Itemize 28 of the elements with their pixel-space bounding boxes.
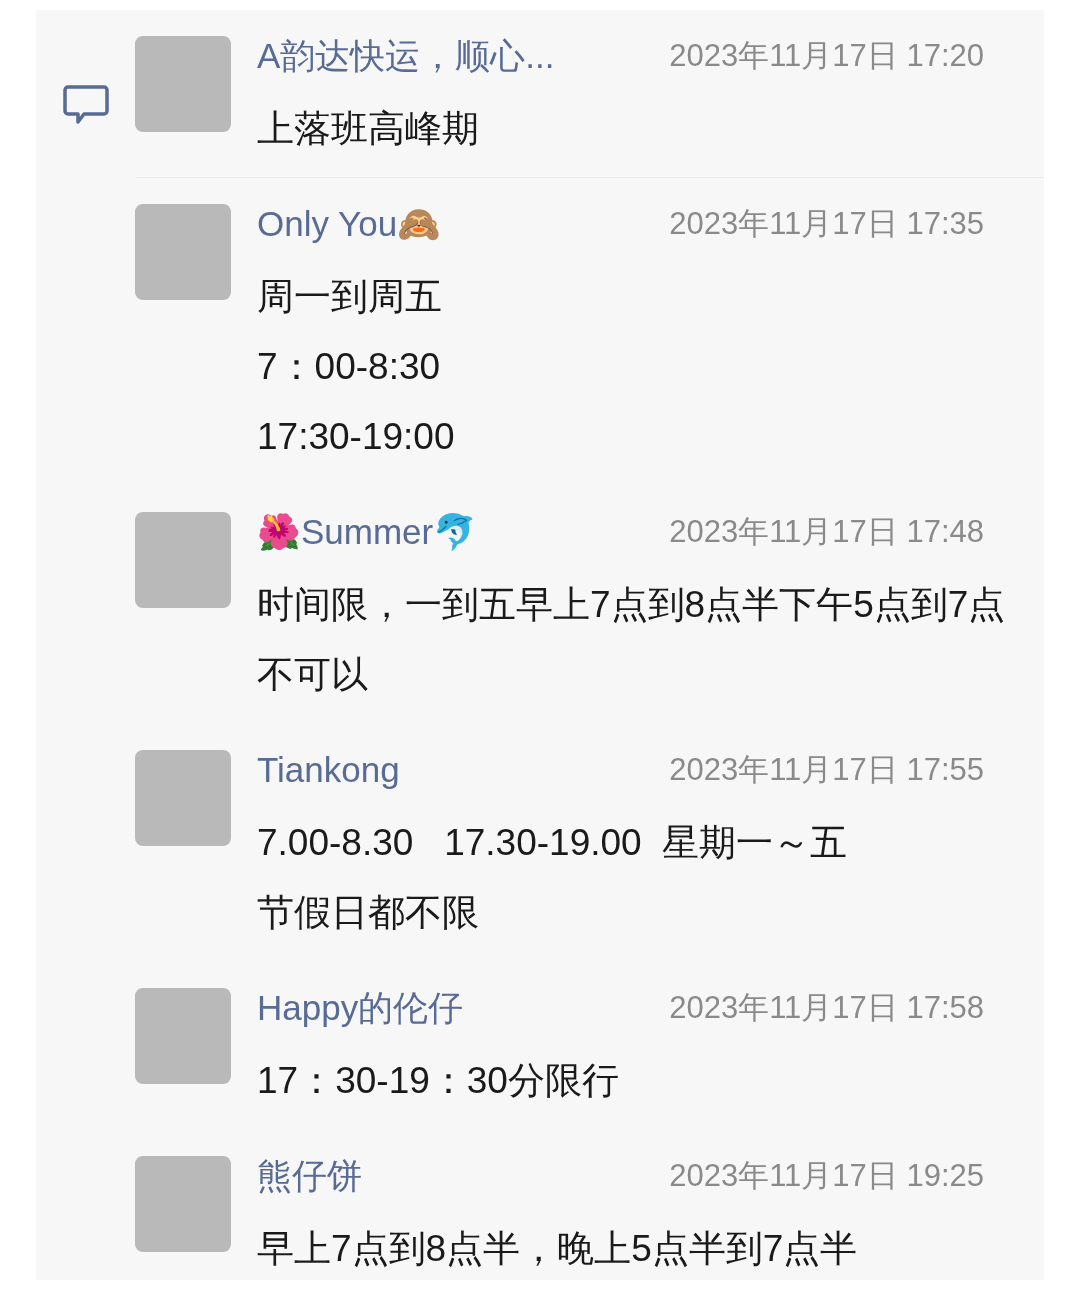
comment-text: 上落班高峰期 [257,107,480,151]
avatar-photo-placeholder[interactable] [135,1156,231,1252]
comment-text: 7：00-8:30 [257,345,442,389]
avatar-photo-placeholder[interactable] [135,204,231,300]
avatar-photo-placeholder[interactable] [135,512,231,608]
avatar-photo-placeholder[interactable] [135,988,231,1084]
commenter-name[interactable]: Happy的伦仔 [257,984,464,1032]
comment-time: 2023年11月17日 17:35 [669,205,984,243]
avatar-photo-placeholder[interactable] [135,750,231,846]
comment-text: 早上7点到8点半，晚上5点半到7点半 [257,1227,859,1271]
comment-icon [62,84,110,126]
comment-time: 2023年11月17日 17:20 [669,37,984,75]
comment-time: 2023年11月17日 17:58 [669,989,984,1027]
comment-text: 时间限，一到五早上7点到8点半下午5点到7点不可以 [257,583,1007,697]
comment-text: 7.00-8.30 17.30-19.00 星期一～五 [257,821,849,865]
comment-time: 2023年11月17日 17:48 [669,513,984,551]
comment-text: 周一到周五 [257,275,443,319]
comment-text: 17：30-19：30分限行 [257,1059,620,1103]
comment-text: 17:30-19:00 [257,415,456,459]
commenter-name[interactable]: 熊仔饼 [257,1152,362,1200]
comment-time: 2023年11月17日 17:55 [669,751,984,789]
commenter-name[interactable]: A韵达快运，顺心... [257,32,555,80]
commenter-name[interactable]: 🌺Summer🐬 [257,511,478,553]
commenter-name[interactable]: Tiankong [257,750,400,790]
comment-text: 节假日都不限 [257,891,480,935]
comment-time: 2023年11月17日 19:25 [669,1157,984,1195]
avatar-photo-placeholder[interactable] [135,36,231,132]
commenter-name[interactable]: Only You🙈 [257,203,442,245]
